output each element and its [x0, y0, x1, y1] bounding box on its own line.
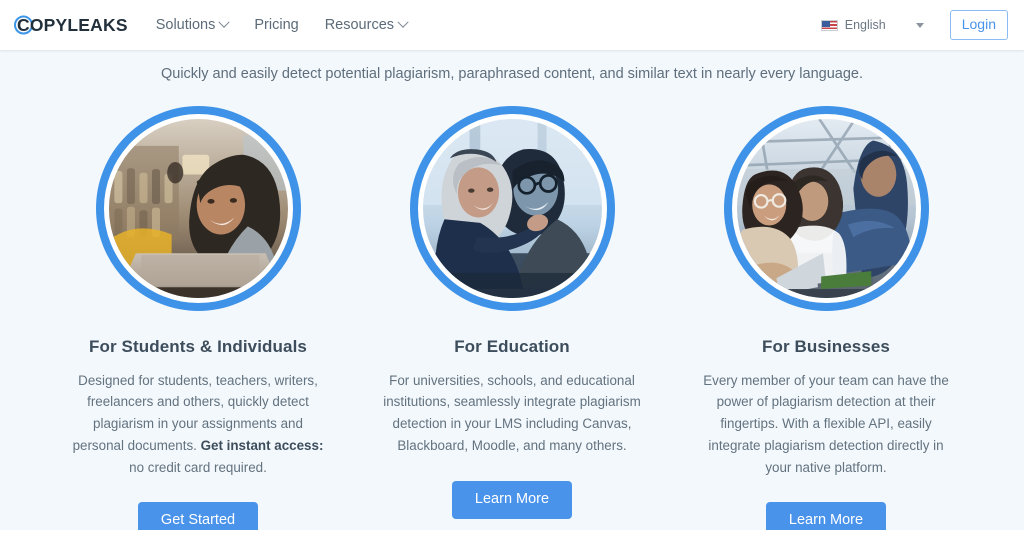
nav-item-label: Pricing: [254, 17, 299, 33]
nav-item-pricing[interactable]: Pricing: [254, 17, 298, 33]
card-title: For Education: [454, 336, 570, 356]
copyleaks-logo[interactable]: COPYLEAKS: [14, 15, 128, 36]
card-description: Every member of your team can have the p…: [692, 370, 960, 479]
language-label: English: [844, 18, 886, 32]
card-description-bold: Get instant access:: [200, 437, 324, 453]
business-team-meeting-photo: [736, 118, 916, 298]
audience-cards: For Students & Individuals Designed for …: [0, 105, 1024, 538]
us-flag-icon: [820, 19, 838, 31]
card-description-lead: Every member of your team can have the p…: [703, 372, 949, 475]
card-students: For Students & Individuals Designed for …: [64, 105, 332, 538]
card-image-ring: [95, 105, 301, 311]
page-subtitle: Quickly and easily detect potential plag…: [160, 66, 864, 82]
card-description-tail: no credit card required.: [129, 459, 267, 475]
card-education: For Education For universities, schools,…: [378, 105, 646, 538]
page-bottom-strip: [0, 530, 1024, 538]
logo-text: COPYLEAKS: [17, 14, 128, 35]
language-selector[interactable]: English: [820, 18, 886, 32]
site-header: COPYLEAKS Solutions Pricing Resources En…: [0, 0, 1024, 50]
card-title: For Students & Individuals: [89, 336, 307, 356]
chevron-down-icon: [397, 16, 409, 28]
card-description-lead: For universities, schools, and education…: [383, 372, 641, 453]
nav-item-resources[interactable]: Resources: [324, 16, 409, 33]
card-description: For universities, schools, and education…: [378, 370, 646, 457]
card-image-ring: [409, 105, 615, 311]
card-title: For Businesses: [761, 336, 890, 356]
main-nav: Solutions Pricing Resources: [155, 16, 409, 33]
header-right-controls: English Login: [820, 10, 1008, 40]
two-educators-photo: [422, 118, 602, 298]
caret-down-icon[interactable]: [915, 22, 924, 28]
card-businesses: For Businesses Every member of your team…: [692, 105, 960, 538]
student-with-laptop-photo: [108, 118, 288, 298]
nav-item-solutions[interactable]: Solutions: [155, 16, 231, 33]
card-image-ring: [723, 105, 929, 311]
login-button[interactable]: Login: [949, 10, 1008, 40]
main-content: Quickly and easily detect potential plag…: [0, 50, 1024, 538]
chevron-down-icon: [218, 16, 231, 28]
nav-item-label: Solutions: [155, 17, 216, 33]
nav-item-label: Resources: [324, 17, 395, 33]
card-description: Designed for students, teachers, writers…: [64, 370, 332, 479]
learn-more-button[interactable]: Learn More: [451, 480, 573, 519]
